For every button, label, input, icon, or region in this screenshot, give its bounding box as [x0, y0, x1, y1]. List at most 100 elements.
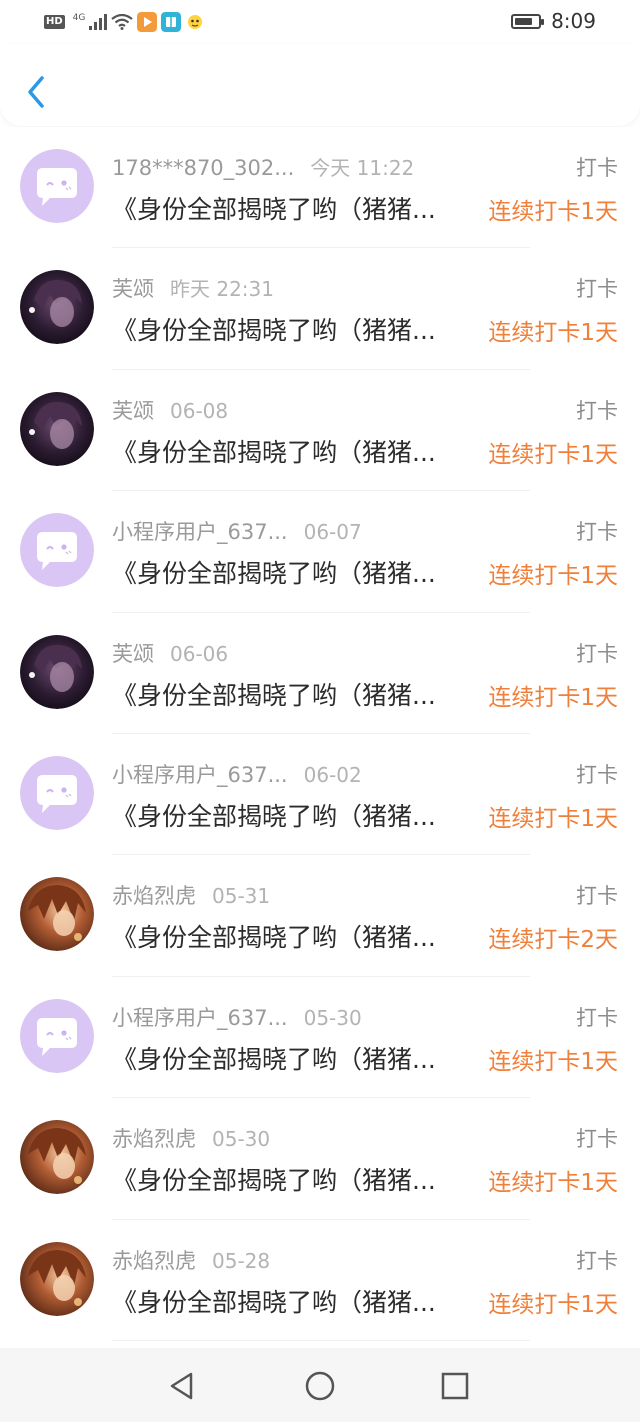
- checkin-tag: 打卡: [576, 1248, 618, 1273]
- item-title: 《身份全部揭晓了哟（猪猪...: [112, 1166, 436, 1196]
- streak-badge: 连续打卡1天: [488, 805, 618, 832]
- item-title: 《身份全部揭晓了哟（猪猪...: [112, 801, 436, 831]
- checkin-list: 178***870_302... 今天 11:22 打卡 《身份全部揭晓了哟（猪猪…: [0, 127, 640, 1347]
- post-date: 昨天 22:31: [170, 277, 274, 302]
- user-name: 178***870_302... 今天 11:22: [112, 152, 414, 181]
- list-item[interactable]: 赤焰烈虎 05-30 打卡 《身份全部揭晓了哟（猪猪... 连续打卡1天: [0, 1098, 640, 1220]
- post-date: 06-07: [303, 520, 362, 545]
- hd-badge: HD: [44, 15, 65, 29]
- checkin-tag: 打卡: [576, 1005, 618, 1030]
- divider: [112, 1339, 530, 1341]
- app-mascot-icon: [188, 15, 203, 29]
- post-date: 今天 11:22: [310, 156, 415, 180]
- system-nav-bar: [0, 1348, 640, 1422]
- post-date: 05-28: [212, 1248, 271, 1273]
- post-date: 05-30: [303, 1005, 362, 1030]
- user-name-text: 小程序用户_637...: [112, 762, 288, 787]
- item-title: 《身份全部揭晓了哟（猪猪...: [112, 923, 436, 953]
- user-name: 赤焰烈虎 05-30: [112, 1123, 270, 1153]
- user-name: 小程序用户_637... 06-02: [112, 759, 362, 789]
- checkin-tag: 打卡: [576, 156, 618, 180]
- post-date: 05-30: [212, 1127, 271, 1152]
- user-name: 芙颂 06-06: [112, 638, 228, 668]
- item-title: 《身份全部揭晓了哟（猪猪...: [112, 195, 436, 224]
- battery-icon: [511, 13, 545, 29]
- back-triangle-icon[interactable]: [162, 1366, 202, 1406]
- status-bar: HD 4G 8:09: [0, 0, 640, 44]
- avatar[interactable]: [20, 998, 94, 1073]
- avatar[interactable]: [20, 391, 94, 466]
- post-date: 05-31: [212, 884, 271, 909]
- default-avatar-icon: [20, 513, 94, 588]
- avatar[interactable]: [20, 634, 94, 709]
- avatar[interactable]: [20, 1120, 94, 1195]
- app-video-icon: [137, 12, 158, 32]
- streak-badge: 连续打卡1天: [488, 563, 618, 590]
- user-photo-avatar: [20, 877, 94, 952]
- post-date: 06-02: [303, 762, 362, 787]
- item-title: 《身份全部揭晓了哟（猪猪...: [112, 316, 436, 346]
- signal-bars-icon: [89, 14, 108, 30]
- user-name-text: 芙颂: [112, 398, 154, 423]
- avatar[interactable]: [20, 513, 94, 588]
- checkin-tag: 打卡: [576, 762, 618, 787]
- default-avatar-icon: [20, 149, 94, 223]
- list-item[interactable]: 芙颂 昨天 22:31 打卡 《身份全部揭晓了哟（猪猪... 连续打卡1天: [0, 248, 640, 370]
- user-name: 芙颂 06-08: [112, 395, 228, 425]
- item-title: 《身份全部揭晓了哟（猪猪...: [112, 559, 436, 589]
- streak-badge: 连续打卡1天: [488, 320, 618, 347]
- post-date: 06-06: [170, 641, 229, 666]
- streak-badge: 连续打卡1天: [488, 441, 618, 468]
- checkin-tag: 打卡: [576, 884, 618, 909]
- checkin-tag: 打卡: [576, 1127, 618, 1152]
- default-avatar-icon: [20, 755, 94, 830]
- list-item[interactable]: 芙颂 06-06 打卡 《身份全部揭晓了哟（猪猪... 连续打卡1天: [0, 613, 640, 734]
- post-date: 06-08: [170, 398, 229, 423]
- status-time: 8:09: [551, 9, 596, 33]
- checkin-tag: 打卡: [576, 398, 618, 423]
- top-header: [0, 44, 640, 126]
- user-name: 芙颂 昨天 22:31: [112, 273, 274, 303]
- streak-badge: 连续打卡1天: [488, 684, 618, 711]
- user-name-text: 芙颂: [112, 641, 154, 666]
- item-title: 《身份全部揭晓了哟（猪猪...: [112, 1044, 436, 1074]
- item-title: 《身份全部揭晓了哟（猪猪...: [112, 680, 436, 710]
- user-photo-avatar: [20, 634, 94, 709]
- list-item[interactable]: 小程序用户_637... 05-30 打卡 《身份全部揭晓了哟（猪猪... 连续打…: [0, 977, 640, 1099]
- list-item[interactable]: 小程序用户_637... 06-07 打卡 《身份全部揭晓了哟（猪猪... 连续打…: [0, 491, 640, 613]
- recents-square-icon[interactable]: [435, 1366, 475, 1406]
- avatar[interactable]: [20, 149, 94, 223]
- list-item[interactable]: 赤焰烈虎 05-28 打卡 《身份全部揭晓了哟（猪猪... 连续打卡1天: [0, 1220, 640, 1341]
- user-name: 小程序用户_637... 06-07: [112, 516, 362, 546]
- list-item[interactable]: 赤焰烈虎 05-31 打卡 《身份全部揭晓了哟（猪猪... 连续打卡2天: [0, 855, 640, 977]
- user-name-text: 芙颂: [112, 277, 154, 302]
- streak-badge: 连续打卡2天: [488, 927, 618, 954]
- user-name-text: 赤焰烈虎: [112, 1248, 196, 1273]
- app-book-icon: [161, 12, 182, 32]
- list-item[interactable]: 178***870_302... 今天 11:22 打卡 《身份全部揭晓了哟（猪猪…: [0, 127, 640, 249]
- checkin-tag: 打卡: [576, 277, 618, 302]
- user-photo-avatar: [20, 391, 94, 466]
- user-name: 小程序用户_637... 05-30: [112, 1002, 362, 1032]
- checkin-tag: 打卡: [576, 520, 618, 545]
- avatar[interactable]: [20, 877, 94, 952]
- list-item[interactable]: 芙颂 06-08 打卡 《身份全部揭晓了哟（猪猪... 连续打卡1天: [0, 370, 640, 492]
- user-name-text: 178***870_302...: [112, 156, 295, 180]
- checkin-tag: 打卡: [576, 641, 618, 666]
- avatar[interactable]: [20, 270, 94, 345]
- avatar[interactable]: [20, 755, 94, 830]
- user-name-text: 赤焰烈虎: [112, 884, 196, 909]
- avatar[interactable]: [20, 1241, 94, 1316]
- user-photo-avatar: [20, 1241, 94, 1316]
- item-title: 《身份全部揭晓了哟（猪猪...: [112, 437, 436, 467]
- user-name: 赤焰烈虎 05-31: [112, 880, 270, 910]
- streak-badge: 连续打卡1天: [488, 1048, 618, 1075]
- user-name-text: 赤焰烈虎: [112, 1127, 196, 1152]
- chevron-left-icon[interactable]: [22, 72, 50, 112]
- home-circle-icon[interactable]: [300, 1366, 340, 1406]
- item-title: 《身份全部揭晓了哟（猪猪...: [112, 1287, 436, 1317]
- streak-badge: 连续打卡1天: [488, 199, 618, 225]
- user-name-text: 小程序用户_637...: [112, 1005, 288, 1030]
- network-type-label: 4G: [72, 13, 86, 23]
- list-item[interactable]: 小程序用户_637... 06-02 打卡 《身份全部揭晓了哟（猪猪... 连续打…: [0, 734, 640, 856]
